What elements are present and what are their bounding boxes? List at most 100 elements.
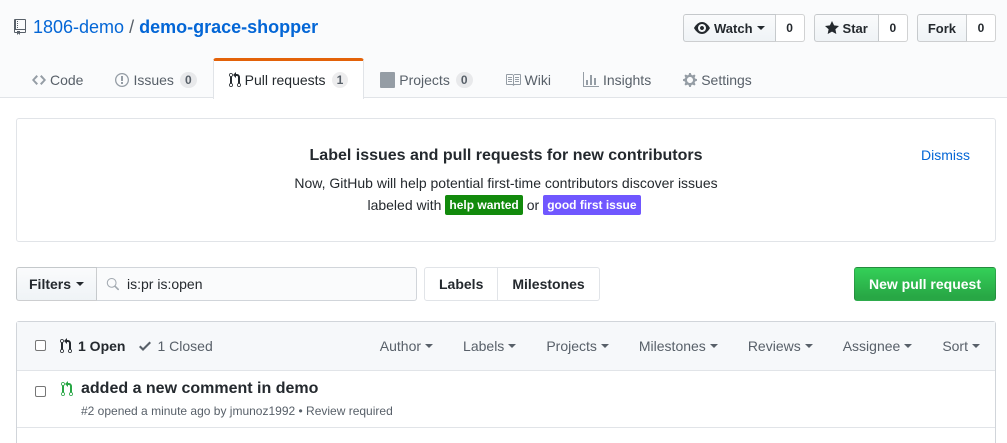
chevron-down-icon	[972, 344, 980, 348]
state-filters: 1 Open 1 Closed	[60, 338, 213, 354]
open-state-link[interactable]: 1 Open	[60, 338, 125, 354]
chevron-down-icon	[508, 344, 517, 348]
tab-pull-requests[interactable]: Pull requests 1	[212, 58, 365, 99]
labels-link[interactable]: Labels	[424, 267, 499, 301]
git-pull-request-icon	[60, 338, 72, 353]
tab-insights[interactable]: Insights	[567, 58, 667, 98]
filter-label: Milestones	[638, 338, 706, 354]
banner-labels-line: labeled with help wanted or good first i…	[17, 195, 995, 215]
tab-settings[interactable]: Settings	[667, 58, 768, 98]
repo-actions: Watch 0 Star 0 Fork 0	[674, 14, 996, 42]
tab-wiki[interactable]: Wiki	[489, 58, 567, 98]
pull-request-list: 1 Open 1 Closed Author Labels Projects M…	[16, 321, 996, 443]
dismiss-button[interactable]: Dismiss	[921, 147, 970, 163]
filters-button[interactable]: Filters	[16, 267, 98, 301]
git-pull-request-icon	[61, 381, 73, 396]
search-box	[97, 267, 418, 301]
tab-label: Pull requests	[244, 72, 326, 88]
star-label: Star	[842, 20, 868, 36]
watch-label: Watch	[714, 20, 753, 36]
assignee-filter[interactable]: Assignee	[828, 338, 928, 354]
filter-label: Labels	[463, 338, 505, 354]
filter-label: Projects	[546, 338, 597, 354]
list-header: 1 Open 1 Closed Author Labels Projects M…	[17, 322, 995, 371]
filter-label: Assignee	[842, 338, 901, 354]
tab-projects[interactable]: Projects 0	[364, 58, 488, 98]
milestones-link[interactable]: Milestones	[498, 267, 600, 301]
banner-text-prefix: labeled with	[367, 197, 442, 213]
filters-group: Filters	[16, 267, 418, 301]
tab-counter: 1	[331, 72, 349, 88]
tab-issues[interactable]: Issues 0	[99, 58, 212, 98]
fork-button[interactable]: Fork	[916, 14, 967, 42]
repo-separator: /	[129, 16, 135, 37]
star-group: Star 0	[813, 14, 908, 42]
eye-icon	[694, 22, 710, 34]
repo-name-link[interactable]: demo-grace-shopper	[139, 17, 318, 38]
labels-filter[interactable]: Labels	[448, 338, 531, 354]
chevron-down-icon	[600, 344, 609, 348]
fork-group: Fork 0	[916, 14, 996, 42]
closed-state-link[interactable]: 1 Closed	[139, 338, 213, 354]
tab-code[interactable]: Code	[16, 58, 99, 98]
tab-label: Issues	[133, 71, 174, 88]
banner-title: Label issues and pull requests for new c…	[309, 147, 703, 164]
milestones-filter[interactable]: Milestones	[624, 338, 733, 354]
row-checkbox[interactable]	[35, 386, 46, 397]
graph-icon	[582, 71, 599, 87]
open-count: 1 Open	[78, 338, 126, 354]
author-filter[interactable]: Author	[365, 338, 448, 354]
chevron-down-icon	[756, 26, 765, 30]
help-wanted-label[interactable]: help wanted	[445, 195, 523, 215]
star-button[interactable]: Star	[813, 14, 879, 42]
star-icon	[824, 21, 839, 34]
pull-request-meta: #2 opened a minute ago by jmunoz1992 • R…	[81, 404, 393, 418]
banner-connector: or	[526, 197, 540, 213]
watch-count[interactable]: 0	[775, 14, 805, 42]
filters-label: Filters	[29, 276, 72, 292]
tab-label: Code	[50, 71, 84, 88]
repo-owner-link[interactable]: 1806-demo	[33, 17, 124, 38]
chevron-down-icon	[425, 344, 434, 348]
tab-label: Wiki	[524, 71, 551, 88]
subnav-links: Labels Milestones	[424, 267, 600, 301]
select-all-checkbox[interactable]	[35, 340, 46, 351]
closed-count: 1 Closed	[157, 338, 213, 354]
star-count[interactable]: 0	[878, 14, 908, 42]
tab-counter: 0	[455, 71, 473, 88]
list-item: added a new comment in demo #2 opened a …	[17, 371, 995, 428]
fork-count[interactable]: 0	[967, 14, 996, 42]
chevron-down-icon	[76, 282, 85, 286]
git-pull-request-icon	[228, 72, 241, 88]
filter-label: Author	[379, 338, 422, 354]
chevron-down-icon	[709, 344, 718, 348]
gear-icon	[683, 72, 698, 87]
sort-filter[interactable]: Sort	[927, 338, 995, 354]
projects-filter[interactable]: Projects	[531, 338, 624, 354]
fork-label: Fork	[927, 20, 956, 36]
chevron-down-icon	[804, 344, 813, 348]
repo-header: 1806-demo / demo-grace-shopper Watch 0 S…	[0, 0, 1007, 99]
new-pull-request-button[interactable]: New pull request	[853, 267, 996, 301]
issue-opened-icon	[115, 72, 130, 87]
repo-icon	[14, 19, 26, 35]
watch-button[interactable]: Watch	[683, 14, 776, 42]
table-filters: Author Labels Projects Milestones Review…	[365, 322, 995, 370]
repo-nav: Code Issues 0 Pull requests 1 Projects 0…	[16, 58, 768, 99]
filter-label: Reviews	[747, 338, 801, 354]
tab-counter: 0	[179, 71, 197, 88]
filter-label: Sort	[942, 338, 968, 354]
reviews-filter[interactable]: Reviews	[733, 338, 828, 354]
banner-text: Now, GitHub will help potential first-ti…	[294, 175, 718, 191]
repo-title: 1806-demo / demo-grace-shopper	[14, 15, 318, 39]
check-icon	[139, 341, 152, 351]
search-input[interactable]	[97, 268, 417, 300]
good-first-issue-label[interactable]: good first issue	[543, 195, 641, 215]
subnav: Filters Labels Milestones New pull reque…	[16, 267, 996, 301]
chevron-down-icon	[904, 344, 913, 348]
pull-request-title-link[interactable]: added a new comment in demo	[81, 380, 318, 398]
project-icon	[380, 71, 396, 88]
tab-label: Settings	[701, 71, 752, 88]
new-contributors-banner: Label issues and pull requests for new c…	[16, 118, 996, 242]
code-icon	[32, 74, 46, 85]
